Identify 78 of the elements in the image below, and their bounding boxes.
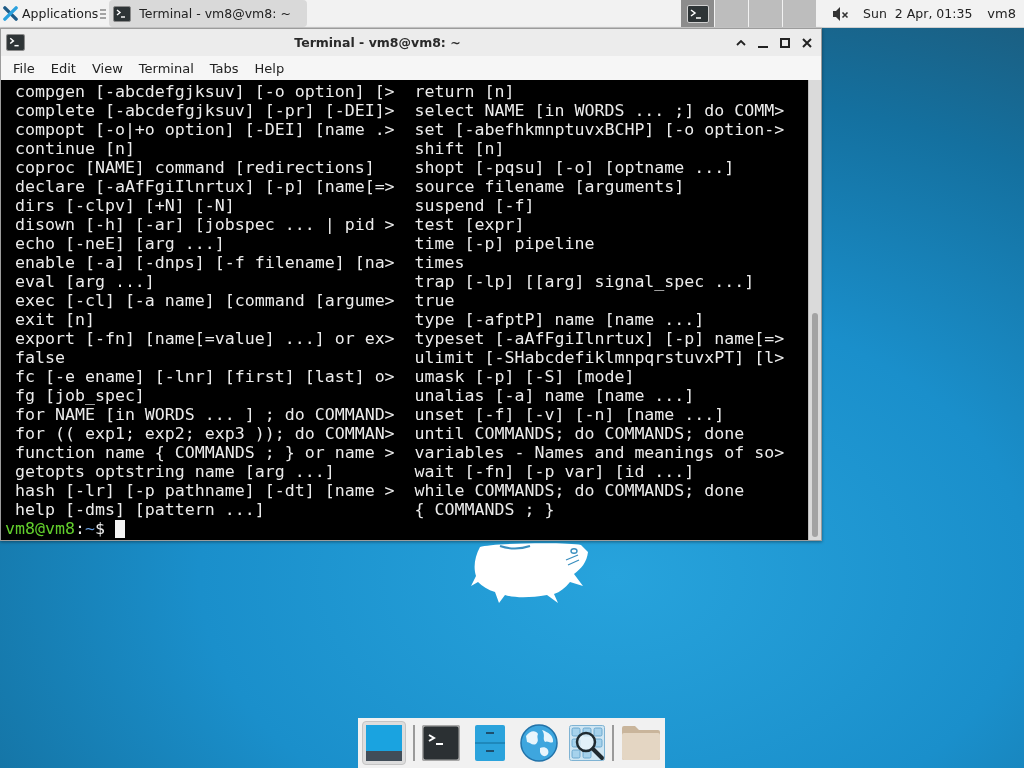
help-entry: test [expr] [414, 215, 525, 234]
help-entry: ulimit [-SHabcdefiklmnpqrstuvxPT] [l> [414, 348, 785, 367]
handle-icon [100, 8, 107, 19]
help-entry: true [414, 291, 455, 310]
help-entry: dirs [-clpv] [+N] [-N] [15, 196, 236, 215]
help-entry: declare [-aAfFgiIlnrtux] [-p] [name[=> [15, 177, 396, 196]
close-icon [802, 37, 812, 48]
help-entry: function name { COMMANDS ; } or name > [15, 443, 396, 462]
help-entry: variables - Names and meanings of so> [414, 443, 785, 462]
help-entry: trap [-lp] [[arg] signal_spec ...] [414, 272, 755, 291]
help-entry: fg [job_spec] [15, 386, 146, 405]
scrollbar-track[interactable] [808, 80, 821, 540]
chevron-up-icon [736, 39, 746, 46]
menu-item[interactable]: Edit [42, 58, 84, 78]
help-entry: umask [-p] [-S] [mode] [414, 367, 635, 386]
help-entry: for (( exp1; exp2; exp3 )); do COMMAN> [15, 424, 396, 443]
help-entry: shift [n] [414, 139, 505, 158]
help-entry: exec [-cl] [-a name] [command [argume> [15, 291, 396, 310]
minimize-icon [758, 45, 768, 48]
help-entry: disown [-h] [-ar] [jobspec ... | pid > [15, 215, 396, 234]
volume-icon[interactable] [832, 5, 850, 22]
help-entry: wait [-fn] [-p var] [id ...] [414, 462, 695, 481]
help-entry: for NAME [in WORDS ... ] ; do COMMAND> [15, 405, 396, 424]
help-entry: time [-p] pipeline [414, 234, 595, 253]
help-entry: complete [-abcdefgjksuv] [-pr] [-DEI]> [15, 101, 396, 120]
help-entry: while COMMANDS; do COMMANDS; done [414, 481, 745, 500]
help-entry: getopts optstring name [arg ...] [15, 462, 336, 481]
file-cabinet-icon[interactable] [475, 725, 505, 761]
help-entry: suspend [-f] [414, 196, 535, 215]
menu-item[interactable]: File [5, 58, 43, 78]
help-entry: shopt [-pqsu] [-o] [optname ...] [414, 158, 735, 177]
menu-item[interactable]: Terminal [130, 58, 202, 78]
help-entry: set [-abefhkmnptuvxBCHP] [-o option-> [414, 120, 785, 139]
clock[interactable]: Sun 2 Apr, 01:35 [863, 6, 973, 21]
help-entry: unalias [-a] name [name ...] [414, 386, 695, 405]
help-entry: exit [n] [15, 310, 96, 329]
magnifier-icon[interactable] [569, 725, 605, 761]
help-entry: source filename [arguments] [414, 177, 685, 196]
help-entry: enable [-a] [-dnps] [-f filename] [na> [15, 253, 396, 272]
help-entry: fc [-e ename] [-lnr] [first] [last] o> [15, 367, 396, 386]
help-entry: echo [-neE] [arg ...] [15, 234, 226, 253]
applications-menu-button[interactable]: Applications [0, 0, 101, 27]
help-entry: hash [-lr] [-p pathname] [-dt] [name > [15, 481, 396, 500]
help-entry: type [-afptP] name [name ...] [414, 310, 705, 329]
help-entry: select NAME [in WORDS ... ;] do COMM> [414, 101, 785, 120]
help-entry: help [-dms] [pattern ...] [15, 500, 266, 519]
shell-prompt: vm8@vm8:~$ [5, 519, 105, 538]
help-entry: { COMMANDS ; } [414, 500, 555, 519]
help-entry: compopt [-o|+o option] [-DEI] [name .> [15, 120, 396, 139]
terminal-icon[interactable] [422, 725, 460, 761]
window-title: Terminal - vm8@vm8: ~ [293, 35, 462, 50]
help-entry: return [n] [414, 82, 515, 101]
text-cursor [114, 519, 125, 538]
help-entry: unset [-f] [-v] [-n] [name ...] [414, 405, 725, 424]
help-entry: until COMMANDS; do COMMANDS; done [414, 424, 745, 443]
help-entry: times [414, 253, 465, 272]
help-entry: coproc [NAME] command [redirections] [15, 158, 376, 177]
help-entry: compgen [-abcdefgjksuv] [-o option] [> [15, 82, 396, 101]
taskbar-button[interactable]: Terminal - vm8@vm8: ~ [109, 0, 308, 27]
help-entry: false [15, 348, 66, 367]
help-entry: export [-fn] [name[=value] ...] or ex> [15, 329, 396, 348]
scrollbar-thumb[interactable] [812, 313, 818, 537]
help-entry: continue [n] [15, 139, 136, 158]
terminal-icon[interactable] [6, 34, 25, 51]
globe-icon[interactable] [520, 724, 558, 762]
terminal-icon [113, 5, 132, 22]
help-entry: typeset [-aAfFgiIlnrtux] [-p] name[=> [414, 329, 785, 348]
menu-item[interactable]: View [83, 58, 131, 78]
show-desktop-button[interactable] [362, 721, 406, 765]
desktop-icon [366, 725, 402, 761]
maximize-icon [780, 37, 790, 48]
user-menu-button[interactable]: vm8 [985, 0, 1018, 27]
menu-item[interactable]: Tabs [201, 58, 247, 78]
help-entry: eval [arg ...] [15, 272, 156, 291]
workspace-button[interactable] [681, 0, 715, 27]
menu-item[interactable]: Help [246, 58, 293, 78]
window-thumbnail-icon [686, 4, 709, 23]
x-logo-icon [3, 6, 18, 21]
